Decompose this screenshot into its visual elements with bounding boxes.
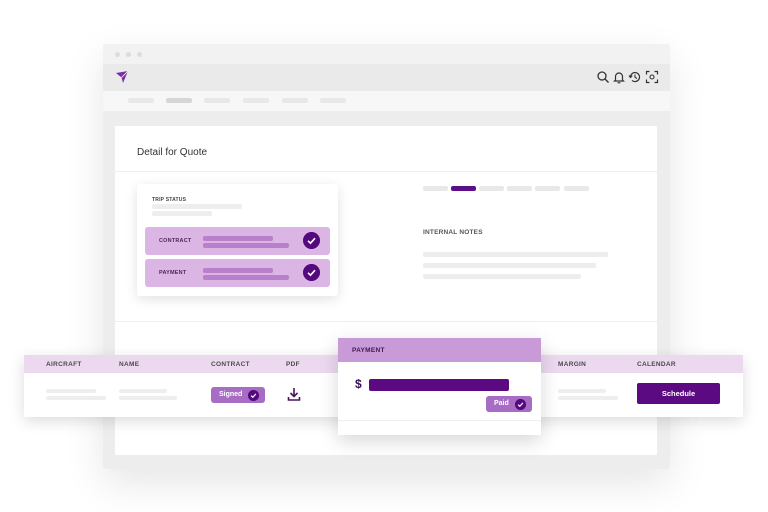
status-row-label: CONTRACT: [159, 238, 192, 244]
contract-status-badge[interactable]: Signed: [211, 387, 265, 403]
app-header: [103, 64, 670, 91]
cell-placeholder: [46, 396, 106, 400]
status-row-contract[interactable]: CONTRACT: [145, 227, 330, 255]
notes-placeholder-line: [423, 263, 596, 268]
progress-step[interactable]: [535, 186, 560, 191]
currency-symbol: $: [355, 377, 362, 391]
cell-placeholder: [119, 389, 167, 393]
divider: [115, 321, 657, 322]
internal-notes-title: INTERNAL NOTES: [423, 229, 483, 236]
nav-tab[interactable]: [243, 98, 269, 103]
nav-tab[interactable]: [320, 98, 346, 103]
nav-tabs: [103, 91, 670, 111]
cell-placeholder: [46, 389, 96, 393]
history-icon[interactable]: [628, 70, 642, 84]
schedule-button[interactable]: Schedule: [637, 383, 720, 404]
column-header-name[interactable]: NAME: [119, 361, 139, 368]
check-icon: [303, 232, 320, 249]
window-dot: [126, 52, 131, 57]
trip-status-label: TRIP STATUS: [152, 197, 187, 203]
search-icon[interactable]: [596, 70, 610, 84]
window-dot: [137, 52, 142, 57]
progress-step[interactable]: [564, 186, 589, 191]
popup-title: PAYMENT: [352, 347, 385, 354]
check-icon: [515, 398, 526, 410]
trip-status-card: TRIP STATUS CONTRACT PAYMENT: [137, 184, 338, 296]
nav-tab[interactable]: [282, 98, 308, 103]
page-title: Detail for Quote: [137, 147, 208, 158]
badge-label: Signed: [219, 391, 243, 398]
payment-status-badge[interactable]: Paid: [486, 396, 532, 412]
notes-placeholder-line: [423, 252, 608, 257]
status-detail-bar: [203, 236, 273, 241]
divider: [338, 420, 541, 421]
payment-amount-field[interactable]: [369, 379, 509, 391]
payment-popup: PAYMENT $ Paid: [338, 338, 541, 435]
nav-tab[interactable]: [128, 98, 154, 103]
check-icon: [303, 264, 320, 281]
status-row-label: PAYMENT: [159, 270, 187, 276]
status-detail-bar: [203, 268, 273, 273]
column-header-calendar[interactable]: CALENDAR: [637, 361, 676, 368]
nav-tab[interactable]: [204, 98, 230, 103]
progress-step[interactable]: [423, 186, 448, 191]
column-header-contract[interactable]: CONTRACT: [211, 361, 250, 368]
status-detail-bar: [203, 243, 289, 248]
column-header-margin[interactable]: MARGIN: [558, 361, 586, 368]
window-dot: [115, 52, 120, 57]
cell-placeholder: [558, 396, 618, 400]
column-header-pdf[interactable]: PDF: [286, 361, 300, 368]
download-icon[interactable]: [286, 386, 302, 402]
cell-placeholder: [558, 389, 606, 393]
scan-icon[interactable]: [645, 70, 659, 84]
progress-step[interactable]: [479, 186, 504, 191]
status-row-payment[interactable]: PAYMENT: [145, 259, 330, 287]
paper-plane-logo-icon[interactable]: [115, 70, 129, 84]
notes-placeholder-line: [423, 274, 581, 279]
column-header-aircraft[interactable]: AIRCRAFT: [46, 361, 82, 368]
badge-label: Paid: [494, 400, 509, 407]
window-titlebar: [103, 44, 670, 64]
cell-placeholder: [119, 396, 177, 400]
popup-header: PAYMENT: [338, 338, 541, 362]
text-placeholder: [152, 211, 212, 216]
check-icon: [248, 389, 259, 401]
divider: [115, 171, 657, 172]
nav-tab-active[interactable]: [166, 98, 192, 103]
status-detail-bar: [203, 275, 289, 280]
bell-icon[interactable]: [612, 70, 626, 84]
progress-step-active[interactable]: [451, 186, 476, 191]
text-placeholder: [152, 204, 242, 209]
progress-step[interactable]: [507, 186, 532, 191]
